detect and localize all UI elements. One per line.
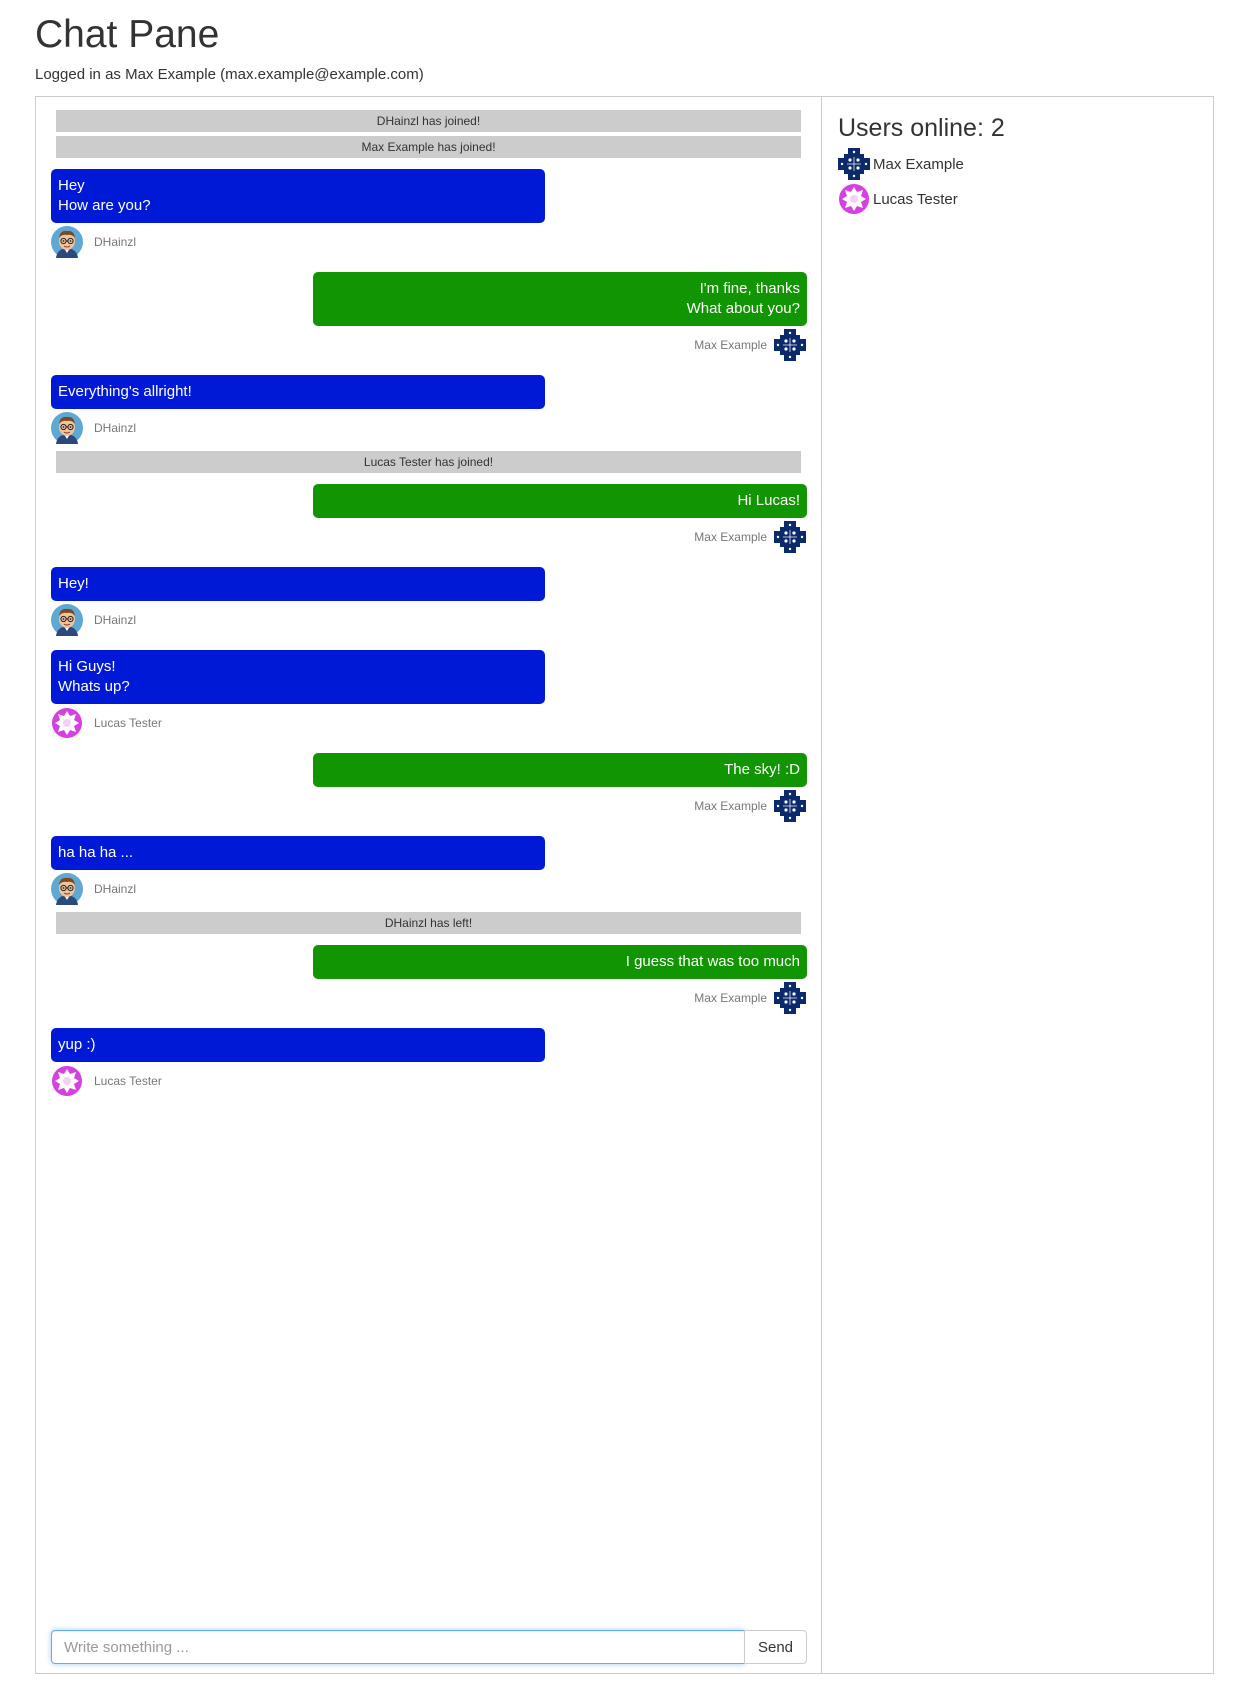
message-text: ha ha ha ... <box>58 844 134 861</box>
cartoon-face-avatar <box>51 412 83 444</box>
message-author-row: Lucas Tester <box>51 707 162 739</box>
message-author: Max Example <box>694 338 767 352</box>
incoming-message-bubble: Hi Guys! Whats up? <box>51 650 545 704</box>
message-text: Hey <box>58 177 85 194</box>
magenta-pattern-avatar <box>52 1066 82 1096</box>
message-author-row: Max Example <box>694 329 806 361</box>
chat-pane: DHainzl has joined! Max Example has joine… <box>36 97 822 1673</box>
chat-container: DHainzl has joined! Max Example has joine… <box>35 96 1214 1674</box>
incoming-message-bubble: ha ha ha ... <box>51 836 545 870</box>
message-author-row: Max Example <box>694 521 806 553</box>
page-title: Chat Pane <box>35 13 220 56</box>
navy-pattern-avatar <box>838 148 870 180</box>
message-author: DHainzl <box>94 235 137 249</box>
navy-pattern-avatar <box>774 329 806 361</box>
cartoon-face-avatar <box>51 226 83 258</box>
system-message: Max Example has joined! <box>56 136 801 158</box>
message-text: The sky! :D <box>724 761 800 778</box>
message-text: Hi Guys! <box>58 658 116 675</box>
incoming-message-bubble: Hey How are you? <box>51 169 545 223</box>
outgoing-message-bubble: I guess that was too much <box>313 945 807 979</box>
online-user-name: Max Example <box>873 155 964 173</box>
message-author: Max Example <box>694 530 767 544</box>
online-user: Max Example <box>838 148 964 180</box>
system-message: DHainzl has left! <box>56 912 801 934</box>
incoming-message-bubble: Hey! <box>51 567 545 601</box>
send-button[interactable]: Send <box>744 1630 807 1664</box>
message-author: Lucas Tester <box>94 716 162 730</box>
outgoing-message-bubble: The sky! :D <box>313 753 807 787</box>
navy-pattern-avatar <box>774 790 806 822</box>
message-author-row: Max Example <box>694 790 806 822</box>
message-author-row: DHainzl <box>51 604 136 636</box>
navy-pattern-avatar <box>774 982 806 1014</box>
message-author-row: DHainzl <box>51 412 136 444</box>
magenta-pattern-avatar <box>839 184 869 214</box>
message-input[interactable] <box>51 1630 745 1664</box>
message-text: yup :) <box>58 1036 96 1053</box>
message-author: Max Example <box>694 991 767 1005</box>
system-message: DHainzl has joined! <box>56 110 801 132</box>
online-user-name: Lucas Tester <box>873 190 958 208</box>
message-author-row: DHainzl <box>51 226 136 258</box>
message-text: I'm fine, thanks <box>699 280 800 297</box>
magenta-pattern-avatar <box>52 708 82 738</box>
message-text: Hi Lucas! <box>737 492 800 509</box>
users-online-heading: Users online: 2 <box>838 114 1005 142</box>
message-author-row: Lucas Tester <box>51 1065 162 1097</box>
message-author: Max Example <box>694 799 767 813</box>
message-author: Lucas Tester <box>94 1074 162 1088</box>
system-message: Lucas Tester has joined! <box>56 451 801 473</box>
message-text: I guess that was too much <box>625 953 800 970</box>
outgoing-message-bubble: I'm fine, thanks What about you? <box>313 272 807 326</box>
message-author: DHainzl <box>94 421 137 435</box>
message-input-group: Send <box>51 1630 807 1664</box>
online-user: Lucas Tester <box>838 183 958 215</box>
message-text: Everything's allright! <box>58 383 192 400</box>
message-author-row: Max Example <box>694 982 806 1014</box>
incoming-message-bubble: yup :) <box>51 1028 545 1062</box>
message-text: How are you? <box>58 197 151 214</box>
navy-pattern-avatar <box>774 521 806 553</box>
message-author: DHainzl <box>94 613 137 627</box>
message-text: Hey! <box>58 575 89 592</box>
message-author-row: DHainzl <box>51 873 136 905</box>
message-text: Whats up? <box>58 678 130 695</box>
users-online-panel: Users online: 2 Max Example Lucas Tester <box>822 97 1213 1673</box>
cartoon-face-avatar <box>51 873 83 905</box>
incoming-message-bubble: Everything's allright! <box>51 375 545 409</box>
message-author: DHainzl <box>94 882 137 896</box>
outgoing-message-bubble: Hi Lucas! <box>313 484 807 518</box>
logged-in-status: Logged in as Max Example (max.example@ex… <box>35 66 424 83</box>
message-text: What about you? <box>686 300 800 317</box>
cartoon-face-avatar <box>51 604 83 636</box>
